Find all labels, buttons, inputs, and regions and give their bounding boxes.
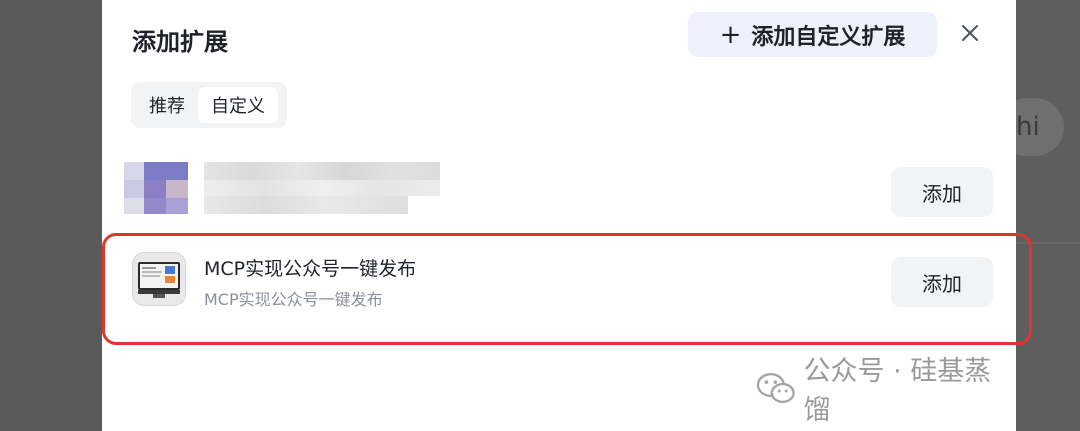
dialog-title: 添加扩展 [132,28,228,56]
extension-tabs: 推荐 自定义 [131,82,287,128]
add-custom-extension-button[interactable]: + 添加自定义扩展 [688,12,937,57]
watermark: 公众号 · 硅基蒸馏 [756,356,1016,426]
blurred-extension-icon [124,162,188,214]
add-custom-extension-label: 添加自定义扩展 [751,24,906,50]
tab-custom[interactable]: 自定义 [198,87,278,123]
add-extension-button[interactable]: 添加 [891,257,993,307]
wechat-icon [756,372,795,404]
background-panel [1016,0,1080,431]
tab-recommended[interactable]: 推荐 [136,87,198,123]
plus-icon: + [719,19,742,50]
close-icon [962,25,978,41]
close-button[interactable] [957,20,983,46]
watermark-text: 公众号 · 硅基蒸馏 [803,356,992,426]
mcp-extension-icon [132,252,186,306]
add-extension-button[interactable]: 添加 [891,167,993,217]
extension-description: MCP实现公众号一键发布 [204,290,383,309]
add-extension-dialog: 添加扩展 + 添加自定义扩展 推荐 自定义 添加 MCP实现公众号一键发布 MC… [102,0,1032,431]
extension-title: MCP实现公众号一键发布 [204,258,417,280]
